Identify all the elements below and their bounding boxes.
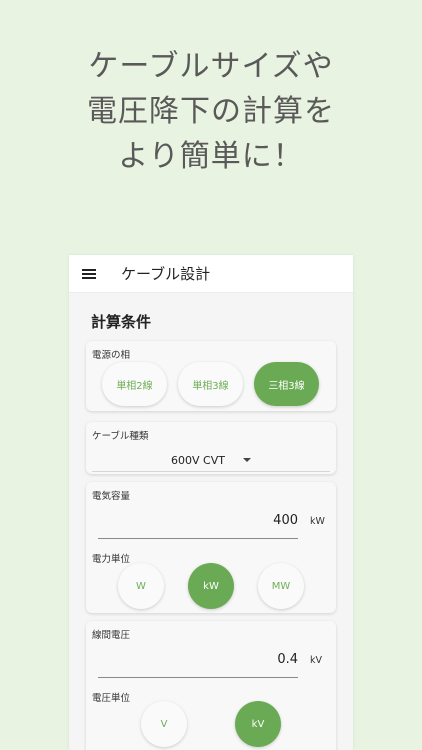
- voltage-unit: kV: [310, 655, 323, 666]
- cable-label: ケーブル種類: [92, 431, 149, 442]
- headline-line-1: ケーブルサイズや: [88, 49, 334, 84]
- voltage-unit-label: 電圧単位: [92, 693, 131, 704]
- headline-line-2: 電圧降下の計算を: [87, 94, 335, 129]
- headline-line-3: より簡単に！: [118, 139, 304, 174]
- power-unit-kw[interactable]: kW: [188, 563, 234, 609]
- dropdown-underline: [92, 471, 330, 472]
- power-unit-mw[interactable]: MW: [258, 563, 304, 609]
- promo-headline: ケーブルサイズや 電圧降下の計算を より簡単に！: [0, 44, 422, 179]
- voltage-label: 線間電圧: [92, 630, 131, 641]
- cable-type-dropdown[interactable]: 600V CVT: [86, 452, 336, 468]
- cable-card: ケーブル種類 600V CVT: [86, 422, 336, 474]
- capacity-unit: kW: [310, 516, 325, 527]
- power-unit-label: 電力単位: [92, 554, 131, 565]
- app-title: ケーブル設計: [121, 265, 211, 283]
- phase-label: 電源の相: [92, 350, 131, 361]
- phase-option-single-2[interactable]: 単相2線: [102, 362, 167, 406]
- voltage-unit-v[interactable]: V: [141, 701, 187, 747]
- phase-card: 電源の相 単相2線 単相3線 三相3線: [86, 341, 336, 411]
- app-screen: ケーブル設計 計算条件 電源の相 単相2線 単相3線 三相3線 ケーブル種類 6…: [69, 255, 353, 750]
- phase-option-single-3[interactable]: 単相3線: [178, 362, 243, 406]
- capacity-underline: [98, 538, 298, 539]
- capacity-label: 電気容量: [92, 491, 131, 502]
- phase-option-three-3[interactable]: 三相3線: [254, 362, 319, 406]
- capacity-input[interactable]: 400: [98, 513, 298, 531]
- power-unit-w[interactable]: W: [118, 563, 164, 609]
- app-bar: ケーブル設計: [69, 255, 353, 293]
- cable-type-value: 600V CVT: [171, 453, 225, 467]
- voltage-input[interactable]: 0.4: [98, 652, 298, 670]
- section-title: 計算条件: [91, 313, 152, 331]
- dropdown-arrow-icon: [242, 458, 251, 462]
- voltage-underline: [98, 677, 298, 678]
- voltage-card: 線間電圧 0.4 kV 電圧単位 V kV: [86, 621, 336, 750]
- hamburger-menu-icon[interactable]: [69, 255, 109, 293]
- voltage-unit-kv[interactable]: kV: [235, 701, 281, 747]
- capacity-card: 電気容量 400 kW 電力単位 W kW MW: [86, 482, 336, 613]
